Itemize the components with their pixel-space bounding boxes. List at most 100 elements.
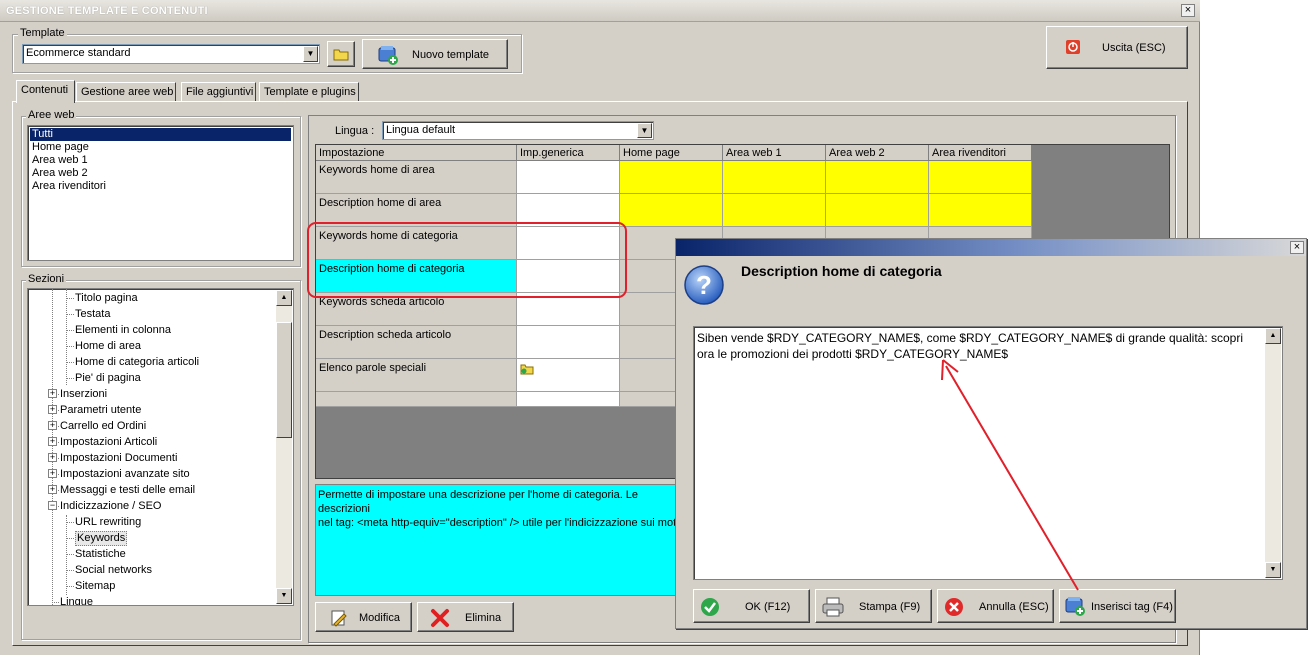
tab-contenuti[interactable]: Contenuti — [16, 80, 75, 103]
tree-item[interactable]: Parametri utente — [60, 403, 141, 418]
tree-item[interactable]: Indicizzazione / SEO — [60, 499, 162, 514]
scroll-thumb[interactable] — [276, 322, 292, 438]
tab-gestione-aree-web[interactable]: Gestione aree web — [76, 82, 176, 102]
grid-cell[interactable] — [517, 194, 620, 227]
grid-cell[interactable] — [826, 194, 929, 227]
tree-item[interactable]: Titolo pagina — [75, 291, 138, 306]
new-template-icon — [378, 46, 398, 65]
scroll-up-icon[interactable]: ▲ — [276, 290, 292, 306]
expand-icon[interactable]: + — [48, 389, 57, 398]
chevron-down-icon[interactable]: ▼ — [303, 46, 318, 62]
expand-icon[interactable]: + — [48, 421, 57, 430]
tree-item[interactable]: Testata — [75, 307, 110, 322]
grid-row-label[interactable]: Keywords home di area — [316, 161, 517, 194]
scroll-down-icon[interactable]: ▼ — [276, 588, 292, 604]
sezioni-tree[interactable]: Titolo pagina Testata Elementi in colonna H… — [27, 288, 294, 606]
grid-row-label[interactable]: Description home di categoria — [316, 260, 517, 293]
inserisci-tag-button[interactable]: Inserisci tag (F4) — [1059, 589, 1176, 623]
grid-cell[interactable] — [620, 194, 723, 227]
expand-icon[interactable]: + — [48, 469, 57, 478]
grid-cell[interactable] — [723, 194, 826, 227]
stampa-button[interactable]: Stampa (F9) — [815, 589, 932, 623]
list-item[interactable]: Home page — [30, 141, 91, 154]
grid-cell[interactable] — [517, 359, 620, 392]
template-select-value: Ecommerce standard — [26, 47, 131, 59]
grid-cell[interactable] — [517, 326, 620, 359]
grid-cell[interactable] — [723, 161, 826, 194]
dialog-close-icon[interactable]: × — [1290, 241, 1304, 254]
collapse-icon[interactable]: − — [48, 501, 57, 510]
list-item[interactable]: Area rivenditori — [30, 180, 108, 193]
tree-item[interactable]: Statistiche — [75, 547, 126, 562]
expand-icon[interactable]: + — [48, 485, 57, 494]
grid-cell[interactable] — [517, 260, 620, 293]
grid-cell[interactable] — [826, 161, 929, 194]
aree-web-list[interactable]: Tutti Home page Area web 1 Area web 2 Ar… — [27, 125, 294, 261]
check-icon — [701, 598, 719, 616]
sezioni-scrollbar[interactable]: ▲ ▼ — [276, 290, 292, 604]
grid-row-label[interactable]: Description scheda articolo — [316, 326, 517, 359]
tree-item[interactable]: Elementi in colonna — [75, 323, 171, 338]
grid-header: Home page — [620, 145, 723, 161]
tree-item[interactable]: URL rewriting — [75, 515, 141, 530]
list-item[interactable]: Tutti — [30, 128, 291, 141]
grid-row-label[interactable]: Keywords scheda articolo — [316, 293, 517, 326]
chevron-down-icon[interactable]: ▼ — [637, 123, 652, 138]
tab-template-plugins[interactable]: Template e plugins — [259, 82, 359, 102]
grid-row-label[interactable]: Keywords home di categoria — [316, 227, 517, 260]
annulla-button[interactable]: Annulla (ESC) — [937, 589, 1054, 623]
ok-button[interactable]: OK (F12) — [693, 589, 810, 623]
grid-row-label[interactable]: Description home di area — [316, 194, 517, 227]
grid-cell[interactable] — [517, 392, 620, 407]
dialog-scrollbar[interactable]: ▲ ▼ — [1265, 328, 1281, 578]
tree-item[interactable]: Home di area — [75, 339, 141, 354]
tab-file-aggiuntivi[interactable]: File aggiuntivi — [181, 82, 256, 102]
tree-item[interactable]: Messaggi e testi delle email — [60, 483, 195, 498]
tree-item[interactable]: Impostazioni Documenti — [60, 451, 177, 466]
grid-cell[interactable] — [316, 392, 517, 407]
stampa-label: Stampa (F9) — [859, 601, 921, 613]
exit-button[interactable]: Uscita (ESC) — [1046, 26, 1188, 69]
tree-item[interactable]: Impostazioni avanzate sito — [60, 467, 190, 482]
tree-guide — [52, 289, 53, 605]
grid-cell[interactable] — [517, 227, 620, 260]
elimina-button[interactable]: Elimina — [417, 602, 514, 632]
lingua-select[interactable]: Lingua default ▼ — [382, 121, 654, 140]
description-line: Permette di impostare una descrizione pe… — [318, 489, 639, 515]
svg-text:?: ? — [696, 270, 712, 300]
tree-item[interactable]: Inserzioni — [60, 387, 107, 402]
list-item[interactable]: Area web 2 — [30, 167, 90, 180]
scroll-up-icon[interactable]: ▲ — [1265, 328, 1281, 344]
grid-cell[interactable] — [929, 194, 1032, 227]
open-folder-button[interactable] — [327, 41, 355, 67]
grid-cell[interactable] — [517, 161, 620, 194]
modifica-button[interactable]: Modifica — [315, 602, 412, 632]
expand-icon[interactable]: + — [48, 405, 57, 414]
grid-cell[interactable] — [929, 161, 1032, 194]
power-icon — [1066, 40, 1080, 54]
list-item[interactable]: Area web 1 — [30, 154, 90, 167]
tree-item[interactable]: Pie' di pagina — [75, 371, 141, 386]
tree-item[interactable]: Lingue — [60, 595, 93, 605]
template-select[interactable]: Ecommerce standard ▼ — [22, 44, 320, 64]
dialog-textarea[interactable]: Siben vende $RDY_CATEGORY_NAME$, come $R… — [693, 326, 1283, 580]
edit-icon — [331, 610, 347, 627]
scroll-down-icon[interactable]: ▼ — [1265, 562, 1281, 578]
grid-cell[interactable] — [620, 161, 723, 194]
tree-item[interactable]: Carrello ed Ordini — [60, 419, 146, 434]
delete-icon — [431, 609, 449, 627]
folder-icon[interactable] — [520, 362, 534, 375]
tree-item[interactable]: Sitemap — [75, 579, 115, 594]
tree-item[interactable]: Keywords — [75, 531, 128, 546]
grid-header: Area web 1 — [723, 145, 826, 161]
new-template-button[interactable]: Nuovo template — [362, 39, 508, 69]
tree-item[interactable]: Social networks — [75, 563, 152, 578]
tree-item[interactable]: Impostazioni Articoli — [60, 435, 157, 450]
close-icon[interactable]: × — [1181, 4, 1195, 17]
expand-icon[interactable]: + — [48, 453, 57, 462]
expand-icon[interactable]: + — [48, 437, 57, 446]
grid-cell[interactable] — [517, 293, 620, 326]
grid-row-label[interactable]: Elenco parole speciali — [316, 359, 517, 392]
tree-item[interactable]: Home di categoria articoli — [75, 355, 199, 370]
cancel-icon — [945, 598, 963, 616]
